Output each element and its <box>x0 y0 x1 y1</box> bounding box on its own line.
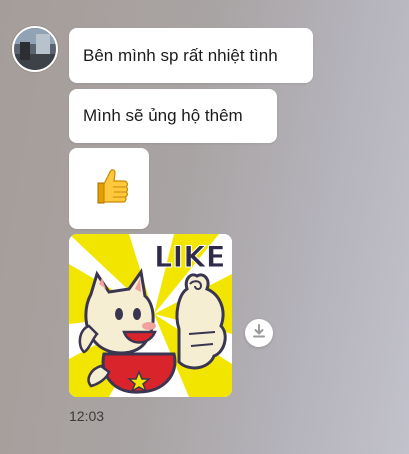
emoji-message[interactable] <box>69 148 149 229</box>
like-sticker[interactable]: LIKE <box>69 234 232 397</box>
message-timestamp: 12:03 <box>69 408 105 424</box>
sender-avatar[interactable] <box>12 26 58 72</box>
message-bubble[interactable]: Mình sẽ ủng hộ thêm <box>69 89 277 143</box>
download-button[interactable] <box>245 319 273 347</box>
message-text: Bên mình sp rất nhiệt tình <box>83 45 278 65</box>
message-text: Mình sẽ ủng hộ thêm <box>83 106 243 125</box>
sticker-like-text: LIKE <box>154 240 226 274</box>
download-icon <box>251 323 267 344</box>
thumbs-up-icon <box>86 163 132 214</box>
message-bubble[interactable]: Bên mình sp rất nhiệt tình <box>69 28 313 83</box>
